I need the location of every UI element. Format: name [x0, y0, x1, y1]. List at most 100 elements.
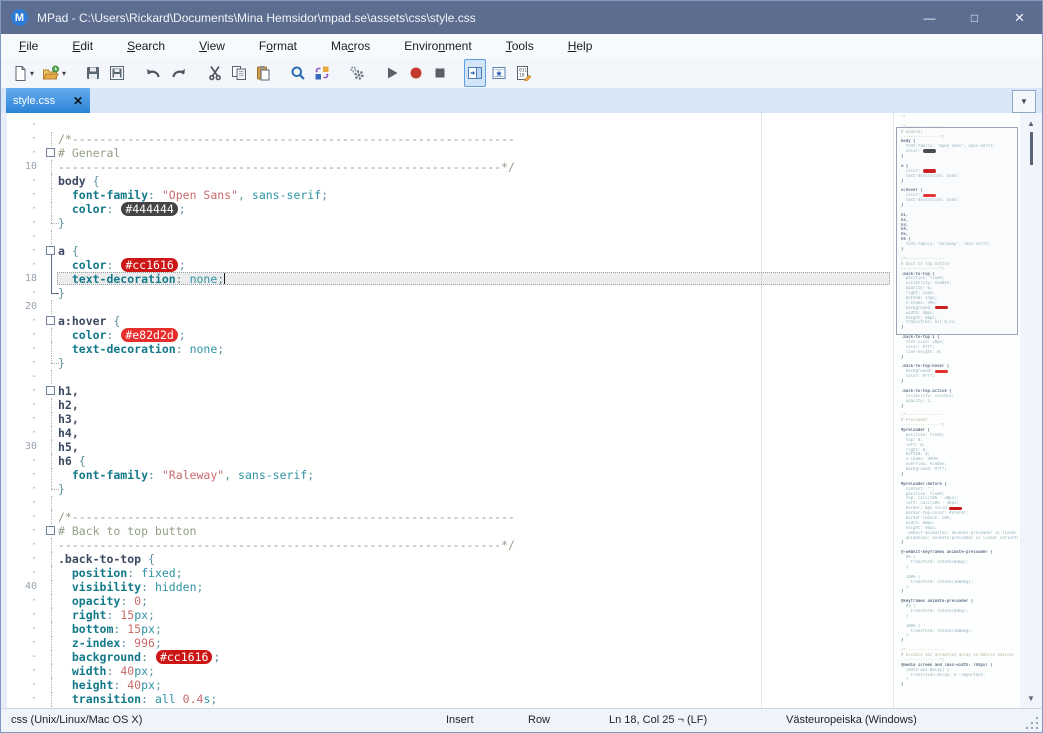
menu-edit[interactable]: Edit — [60, 36, 105, 56]
code-line[interactable]: · ---------------------------------------… — [1, 538, 891, 552]
code-line[interactable]: - — [1, 370, 891, 384]
close-button[interactable]: × — [997, 1, 1042, 34]
minimap[interactable]: *//*---------------- # General -----------… — [893, 113, 1020, 708]
fold-guide — [43, 272, 59, 286]
code-line[interactable]: · height: 40px; — [1, 678, 891, 692]
minimize-button[interactable]: — — [907, 1, 952, 34]
menu-search[interactable]: Search — [115, 36, 177, 56]
code-line[interactable]: · h1, — [1, 384, 891, 398]
code-line[interactable]: 20 — [1, 300, 891, 314]
undo-button[interactable] — [141, 59, 165, 87]
code-line[interactable]: · a { — [1, 244, 891, 258]
copy-button[interactable] — [228, 59, 250, 87]
fold-toggle-icon[interactable] — [43, 146, 59, 160]
code-line[interactable]: - /*-------------------------------------… — [1, 510, 891, 524]
code-editor[interactable]: · · /*------------------------------------… — [1, 113, 1042, 708]
code-line[interactable]: · /*-------------------------------------… — [1, 132, 891, 146]
line-number: · — [30, 189, 37, 200]
stop-button[interactable] — [429, 59, 451, 87]
record-icon — [408, 65, 424, 81]
code-line[interactable]: · body { — [1, 174, 891, 188]
fold-toggle-icon[interactable] — [43, 244, 59, 258]
line-number: · — [30, 315, 37, 326]
code-line[interactable]: · h6 { — [1, 454, 891, 468]
scroll-up-icon[interactable]: ▲ — [1020, 116, 1042, 130]
toolbar: ▾ ▾ 011 10 — [1, 58, 1042, 88]
replace-button[interactable] — [311, 59, 333, 87]
code-line[interactable]: - — [1, 230, 891, 244]
code-line[interactable]: · z-index: 996; — [1, 636, 891, 650]
code-line[interactable]: · h2, — [1, 398, 891, 412]
code-line[interactable]: · right: 15px; — [1, 608, 891, 622]
code-line[interactable]: ·} — [1, 356, 891, 370]
code-line[interactable]: · width: 40px; — [1, 664, 891, 678]
record-macro-button[interactable] — [405, 59, 427, 87]
fold-toggle-icon[interactable] — [43, 314, 59, 328]
menu-file[interactable]: File — [7, 36, 50, 56]
line-number: · — [30, 245, 37, 256]
find-button[interactable] — [287, 59, 309, 87]
menu-tools[interactable]: Tools — [494, 36, 546, 56]
code-line[interactable]: · color: #cc1616; — [1, 258, 891, 272]
vertical-scrollbar[interactable]: ▲ ▼ — [1020, 113, 1042, 708]
options-button[interactable] — [346, 59, 368, 87]
code-line[interactable]: · text-decoration: none; — [1, 342, 891, 356]
new-file-button[interactable]: ▾ — [9, 59, 37, 87]
run-button[interactable] — [381, 59, 403, 87]
cut-button[interactable] — [204, 59, 226, 87]
code-line[interactable]: 18 text-decoration: none; — [1, 272, 891, 286]
dropdown-arrow-icon[interactable]: ▾ — [62, 69, 66, 78]
code-line[interactable]: · # Back to top button — [1, 524, 891, 538]
code-line[interactable]: 40 visibility: hidden; — [1, 580, 891, 594]
code-line[interactable]: · — [1, 496, 891, 510]
code-line[interactable]: · position: fixed; — [1, 566, 891, 580]
menu-view[interactable]: View — [187, 36, 237, 56]
minimap-color-badge — [949, 506, 963, 510]
dropdown-arrow-icon[interactable]: ▾ — [30, 69, 34, 78]
open-file-button[interactable]: ▾ — [39, 59, 69, 87]
preview-panel-button[interactable] — [488, 59, 510, 87]
code-line[interactable]: · color: #e82d2d; — [1, 328, 891, 342]
code-line[interactable]: 30 h5, — [1, 440, 891, 454]
code-line[interactable]: · — [1, 118, 891, 132]
minimap-viewport[interactable] — [896, 127, 1018, 335]
code-line[interactable]: ·} — [1, 286, 891, 300]
tab-overflow-button[interactable]: ▼ — [1012, 90, 1036, 113]
scroll-down-icon[interactable]: ▼ — [1020, 691, 1042, 705]
menu-help[interactable]: Help — [556, 36, 605, 56]
code-line[interactable]: · font-family: "Open Sans", sans-serif; — [1, 188, 891, 202]
redo-button[interactable] — [167, 59, 191, 87]
menu-environment[interactable]: Environment — [392, 36, 483, 56]
tab-style-css[interactable]: style.css ✕ — [6, 88, 90, 113]
code-line[interactable]: · font-family: "Raleway", sans-serif; — [1, 468, 891, 482]
tab-close-icon[interactable]: ✕ — [73, 95, 83, 107]
code-line[interactable]: · # General — [1, 146, 891, 160]
scrollbar-thumb[interactable] — [1030, 132, 1033, 165]
menu-macros[interactable]: Macros — [319, 36, 382, 56]
line-number: · — [30, 455, 37, 466]
code-line[interactable]: · color: #444444; — [1, 202, 891, 216]
code-line[interactable]: ·} — [1, 216, 891, 230]
fold-guide — [43, 300, 59, 314]
code-line[interactable]: - background: #cc1616; — [1, 650, 891, 664]
code-line[interactable]: · transition: all 0.4s; — [1, 692, 891, 706]
resize-grip[interactable] — [1026, 717, 1038, 729]
code-line[interactable]: · h4, — [1, 426, 891, 440]
syntax-mode-button[interactable]: 011 10 — [512, 59, 535, 87]
code-line[interactable]: · h3, — [1, 412, 891, 426]
fold-toggle-icon[interactable] — [43, 524, 59, 538]
paste-button[interactable] — [252, 59, 274, 87]
code-line[interactable]: · a:hover { — [1, 314, 891, 328]
code-line[interactable]: · opacity: 0; — [1, 594, 891, 608]
code-line[interactable]: · bottom: 15px; — [1, 622, 891, 636]
code-line[interactable]: · .back-to-top { — [1, 552, 891, 566]
save-button[interactable] — [82, 59, 104, 87]
save-all-button[interactable] — [106, 59, 128, 87]
menu-format[interactable]: Format — [247, 36, 309, 56]
maximize-button[interactable]: □ — [952, 1, 997, 34]
toggle-side-panel-button[interactable] — [464, 59, 487, 87]
code-line[interactable]: 10 --------------------------------------… — [1, 160, 891, 174]
window-controls: — □ × — [907, 1, 1042, 34]
code-line[interactable]: ·} — [1, 482, 891, 496]
fold-toggle-icon[interactable] — [43, 384, 59, 398]
